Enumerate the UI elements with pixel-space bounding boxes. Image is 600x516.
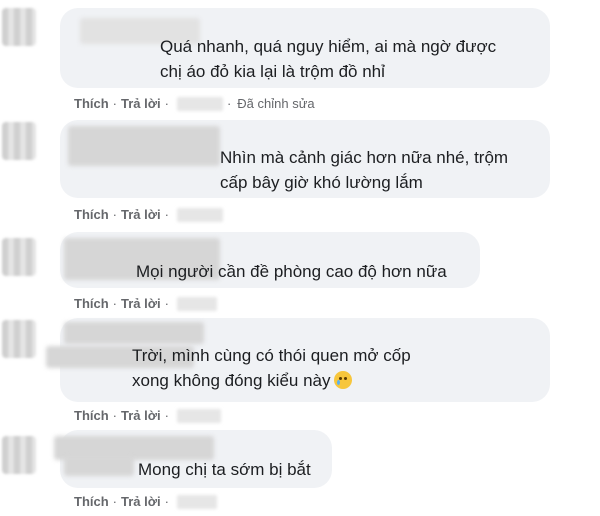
- avatar[interactable]: [2, 238, 36, 276]
- timestamp-redacted[interactable]: [176, 494, 217, 509]
- like-button[interactable]: Thích: [74, 96, 109, 111]
- reply-button[interactable]: Trả lời: [121, 96, 161, 111]
- separator: ·: [164, 96, 169, 111]
- separator: ·: [164, 207, 169, 222]
- timestamp-redacted[interactable]: [176, 96, 223, 111]
- comment-actions: Thích · Trả lời ·: [74, 296, 217, 311]
- reply-button[interactable]: Trả lời: [121, 207, 161, 222]
- reply-button[interactable]: Trả lời: [121, 494, 161, 509]
- like-button[interactable]: Thích: [74, 494, 109, 509]
- comment-text-content: Trời, mình cùng có thói quen mở cốp xong…: [132, 346, 411, 390]
- separator: ·: [112, 408, 118, 423]
- separator: ·: [164, 408, 169, 423]
- comment-bubble: Trời, mình cùng có thói quen mở cốp xong…: [46, 318, 550, 402]
- separator: ·: [226, 96, 232, 111]
- comment-bubble: Mong chị ta sớm bị bắt: [54, 430, 332, 488]
- comment-text: Trời, mình cùng có thói quen mở cốp xong…: [132, 343, 411, 393]
- timestamp-redacted[interactable]: [176, 296, 217, 311]
- like-button[interactable]: Thích: [74, 408, 109, 423]
- separator: ·: [112, 494, 118, 509]
- author-name-redacted[interactable]: [64, 456, 134, 476]
- comment-bubble: Quá nhanh, quá nguy hiểm, ai mà ngờ được…: [60, 8, 550, 88]
- avatar[interactable]: [2, 122, 36, 160]
- author-name-redacted[interactable]: [64, 322, 204, 344]
- separator: ·: [112, 96, 118, 111]
- avatar[interactable]: [2, 8, 36, 46]
- comment-text: Mọi người cần đề phòng cao độ hơn nữa: [136, 262, 447, 281]
- comment-bubble: Mọi người cần đề phòng cao độ hơn nữa: [60, 232, 480, 288]
- comment-text: Nhìn mà cảnh giác hơn nữa nhé, trộm cấp …: [220, 148, 509, 192]
- avatar[interactable]: [2, 436, 36, 474]
- comment-actions: Thích · Trả lời ·: [74, 207, 223, 222]
- comment-text: Mong chị ta sớm bị bắt: [138, 460, 311, 479]
- edited-label: Đã chỉnh sửa: [237, 96, 315, 111]
- like-button[interactable]: Thích: [74, 207, 109, 222]
- avatar[interactable]: [2, 320, 36, 358]
- comment-actions: Thích · Trả lời ·: [74, 494, 217, 509]
- comment-actions: Thích · Trả lời ·: [74, 408, 221, 423]
- timestamp-redacted[interactable]: [176, 408, 221, 423]
- like-button[interactable]: Thích: [74, 296, 109, 311]
- timestamp-redacted[interactable]: [176, 207, 223, 222]
- comment-actions: Thích · Trả lời · · Đã chỉnh sửa: [74, 96, 315, 111]
- reply-button[interactable]: Trả lời: [121, 296, 161, 311]
- comment-text: Quá nhanh, quá nguy hiểm, ai mà ngờ được…: [160, 37, 497, 81]
- separator: ·: [112, 207, 118, 222]
- crying-face-icon: [333, 371, 352, 389]
- reply-button[interactable]: Trả lời: [121, 408, 161, 423]
- separator: ·: [112, 296, 118, 311]
- comment-bubble: Nhìn mà cảnh giác hơn nữa nhé, trộm cấp …: [60, 120, 550, 198]
- separator: ·: [164, 494, 169, 509]
- separator: ·: [164, 296, 169, 311]
- author-name-redacted[interactable]: [68, 126, 220, 166]
